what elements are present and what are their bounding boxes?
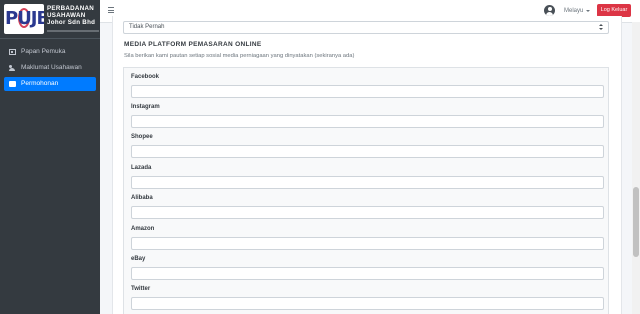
select-arrows-icon	[599, 24, 603, 31]
scrollbar-thumb[interactable]	[633, 187, 639, 257]
facebook-label: Facebook	[131, 74, 160, 80]
sidebar-item-label: Maklumat Usahawan	[21, 64, 82, 71]
sidebar-item-label: Permohonan	[21, 80, 59, 87]
form-card: Tidak Pernah MEDIA PLATFORM PEMASARAN ON…	[112, 16, 622, 314]
chevron-down-icon[interactable]	[586, 10, 590, 12]
section-hint: Sila berikan kami pautan setiap sosial m…	[124, 53, 355, 59]
lazada-label: Lazada	[131, 165, 152, 171]
user-icon	[9, 65, 16, 71]
twitter-label: Twitter	[131, 286, 151, 292]
dashboard-icon	[9, 49, 16, 55]
language-selector[interactable]: Melayu	[564, 6, 583, 16]
sidebar-item-permohonan[interactable]: Permohonan	[4, 77, 96, 91]
brand-tagline-line	[47, 30, 99, 32]
instagram-input[interactable]	[131, 115, 604, 128]
menu-toggle-icon[interactable]	[108, 7, 114, 13]
sidebar: PUJB PERBADANAN USAHAWAN Johor Sdn Bhd P…	[0, 0, 100, 314]
amazon-input[interactable]	[131, 237, 604, 250]
select-value: Tidak Pernah	[129, 24, 165, 30]
brand-name-line-1: PERBADANAN	[47, 5, 95, 12]
platform-links-panel: Facebook Instagram Shopee Lazada Alibaba…	[123, 67, 609, 314]
logo-text: PUJB	[5, 8, 44, 29]
shopee-label: Shopee	[131, 134, 153, 140]
user-avatar-icon[interactable]	[544, 5, 555, 16]
previous-question-select[interactable]: Tidak Pernah	[123, 21, 609, 34]
page-scrollbar[interactable]	[632, 22, 640, 314]
sidebar-item-maklumat-usahawan[interactable]: Maklumat Usahawan	[4, 61, 96, 75]
instagram-label: Instagram	[131, 104, 160, 110]
facebook-input[interactable]	[131, 85, 604, 98]
sidebar-item-papan-pemuka[interactable]: Papan Pemuka	[4, 45, 96, 59]
twitter-input[interactable]	[131, 297, 604, 310]
section-title: MEDIA PLATFORM PEMASARAN ONLINE	[124, 41, 262, 48]
document-icon	[9, 81, 16, 87]
ebay-input[interactable]	[131, 267, 604, 280]
lazada-input[interactable]	[131, 176, 604, 189]
brand-name-line-2: USAHAWAN	[47, 12, 86, 19]
amazon-label: Amazon	[131, 226, 155, 232]
brand-name: PERBADANAN USAHAWAN Johor Sdn Bhd	[47, 5, 99, 26]
brand[interactable]: PUJB PERBADANAN USAHAWAN Johor Sdn Bhd	[0, 0, 100, 39]
brand-name-line-3: Johor Sdn Bhd	[47, 19, 96, 26]
sidebar-nav: Papan Pemuka Maklumat Usahawan Permohona…	[0, 39, 100, 91]
sidebar-item-label: Papan Pemuka	[21, 48, 66, 55]
alibaba-input[interactable]	[131, 206, 604, 219]
company-logo: PUJB	[4, 4, 44, 34]
ebay-label: eBay	[131, 256, 146, 262]
shopee-input[interactable]	[131, 145, 604, 158]
alibaba-label: Alibaba	[131, 195, 153, 201]
